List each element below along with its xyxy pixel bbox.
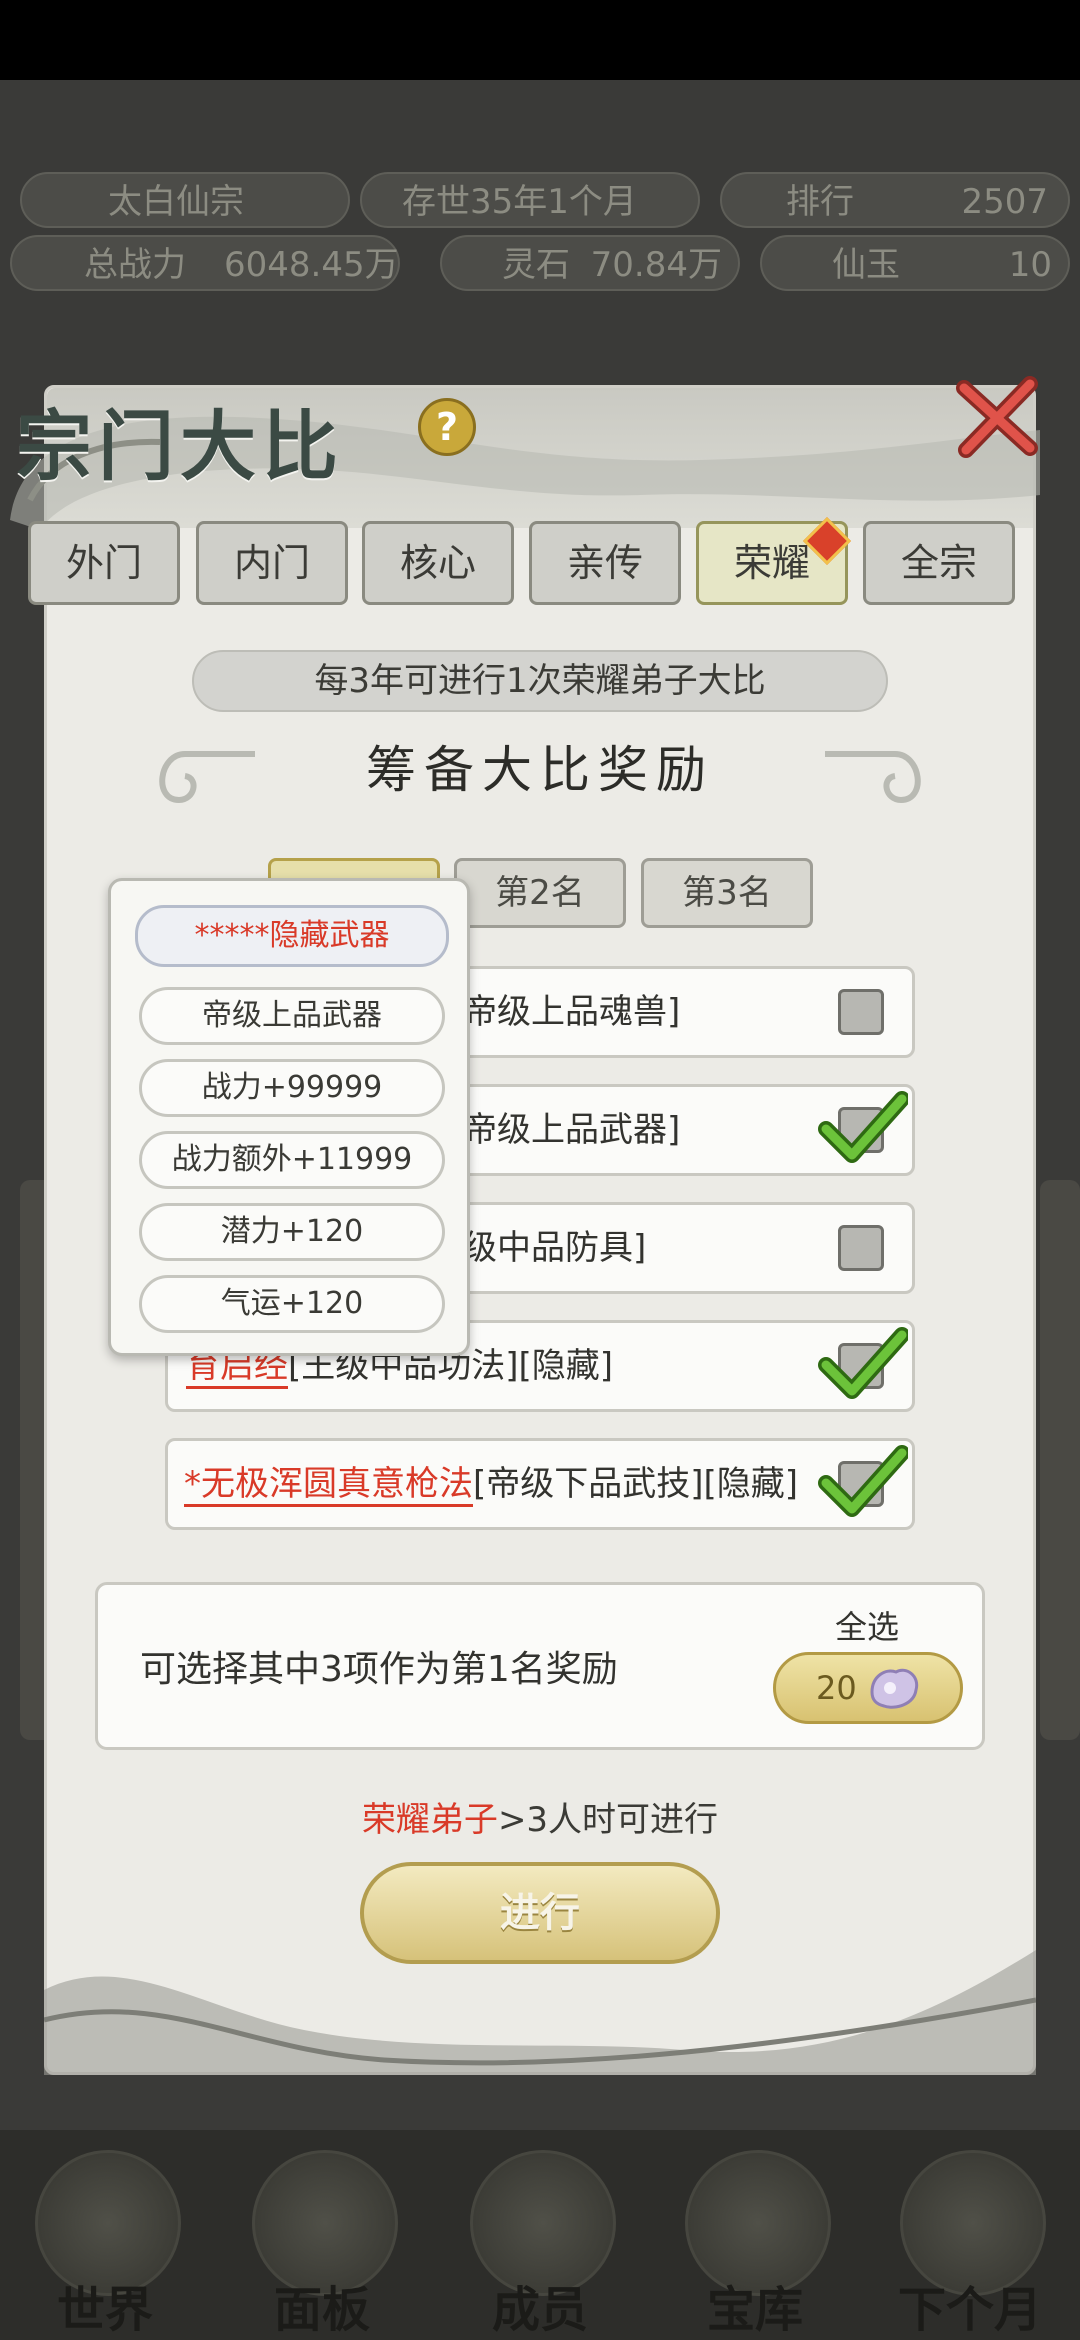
nav-members-label: 成员 [491, 2282, 588, 2338]
spirit-stone-label: 灵石 [502, 245, 570, 285]
reward-dropdown: *****隐藏武器 帝级上品武器 战力+99999 战力额外+11999 潜力+… [108, 878, 470, 1356]
jade-pill: 仙玉 10 [760, 235, 1070, 291]
rank-label: 排行 [786, 182, 854, 222]
status-bar [0, 0, 1080, 80]
tab-inner[interactable]: 内门 [196, 521, 348, 605]
power-value: 6048.45万 [224, 245, 399, 285]
jade-label: 仙玉 [832, 245, 900, 285]
select-all-cost: 20 [816, 1669, 857, 1707]
nav-treasury-label: 宝库 [706, 2282, 803, 2338]
reward-detail: [帝级下品武技][隐藏] [473, 1464, 799, 1504]
rank-tab-second[interactable]: 第2名 [454, 858, 626, 928]
spirit-stone-value: 70.84万 [590, 245, 722, 285]
checkmark-icon [818, 1091, 908, 1163]
nav-world[interactable]: 世界 [5, 2140, 205, 2340]
nav-next-month[interactable]: 下个月 [870, 2140, 1070, 2340]
power-label: 总战力 [84, 245, 186, 285]
tab-core[interactable]: 核心 [362, 521, 514, 605]
reward-text: 级中品防具] [463, 1228, 647, 1268]
help-icon[interactable]: ? [418, 398, 476, 456]
sect-name: 太白仙宗 [108, 182, 244, 222]
reward-text: 帝级上品魂兽] [463, 992, 681, 1032]
reward-highlight: *无极浑圆真意枪法 [184, 1464, 473, 1507]
spirit-stone-pill: 灵石 70.84万 [440, 235, 740, 291]
select-all-label: 全选 [835, 1608, 900, 1646]
checkmark-icon [818, 1445, 908, 1517]
rank-pill: 排行 2507 [720, 172, 1070, 228]
sect-name-pill: 太白仙宗 [20, 172, 350, 228]
nav-panel-label: 面板 [273, 2282, 370, 2338]
nav-next-month-label: 下个月 [897, 2282, 1042, 2338]
background-panel [1040, 1180, 1080, 1740]
rank-value: 2507 [961, 182, 1048, 222]
checkmark-icon [818, 1327, 908, 1399]
jade-gem-icon [870, 1668, 919, 1709]
reward-checkbox[interactable] [838, 989, 884, 1035]
reward-checkbox[interactable] [838, 1225, 884, 1271]
requirement-rest: >3人时可进行 [497, 1800, 719, 1840]
requirement-text: 荣耀弟子>3人时可进行 [0, 1792, 1080, 1841]
dropdown-item-hidden-weapon[interactable]: *****隐藏武器 [135, 905, 449, 967]
dropdown-item[interactable]: 战力额外+11999 [139, 1131, 445, 1189]
reward-row[interactable]: *无极浑圆真意枪法[帝级下品武技][隐藏] [165, 1438, 915, 1530]
dropdown-item[interactable]: 气运+120 [139, 1275, 445, 1333]
close-icon[interactable] [952, 370, 1044, 462]
jade-value: 10 [1008, 245, 1052, 285]
bottom-nav: 世界 面板 成员 宝库 下个月 [0, 2130, 1080, 2340]
right-swirl-icon [825, 751, 921, 804]
dialog-title: 宗门大比 [16, 402, 344, 491]
selection-description: 可选择其中3项作为第1名奖励 [140, 1649, 618, 1690]
dropdown-item[interactable]: 战力+99999 [139, 1059, 445, 1117]
reward-text: *无极浑圆真意枪法[帝级下品武技][隐藏] [184, 1441, 798, 1527]
requirement-highlight: 荣耀弟子 [361, 1800, 498, 1840]
footer-wave-decoration [44, 1950, 1036, 2075]
reward-text: 帝级上品武器] [463, 1110, 681, 1150]
rank-tab-third[interactable]: 第3名 [641, 858, 813, 928]
nav-members[interactable]: 成员 [440, 2140, 640, 2340]
tab-whole-sect[interactable]: 全宗 [863, 521, 1015, 605]
tab-outer[interactable]: 外门 [28, 521, 180, 605]
nav-world-label: 世界 [56, 2282, 153, 2338]
notice-banner: 每3年可进行1次荣耀弟子大比 [192, 650, 888, 712]
power-pill: 总战力 6048.45万 [10, 235, 400, 291]
sect-age: 存世35年1个月 [402, 182, 637, 222]
dropdown-item[interactable]: 帝级上品武器 [139, 987, 445, 1045]
nav-treasury[interactable]: 宝库 [655, 2140, 855, 2340]
nav-panel[interactable]: 面板 [222, 2140, 422, 2340]
tab-personal[interactable]: 亲传 [529, 521, 681, 605]
dropdown-item[interactable]: 潜力+120 [139, 1203, 445, 1261]
sect-age-pill: 存世35年1个月 [360, 172, 700, 228]
